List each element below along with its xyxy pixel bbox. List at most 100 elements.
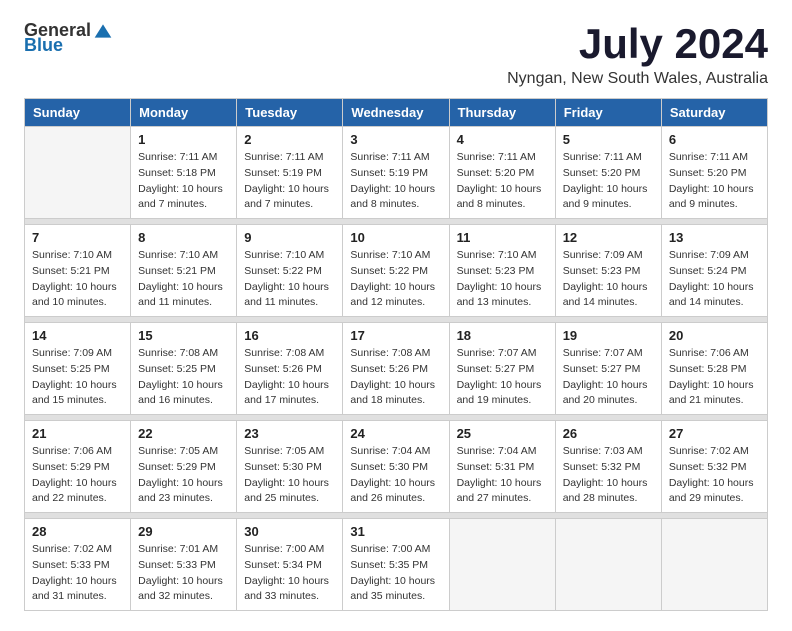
day-info: Sunrise: 7:08 AM Sunset: 5:25 PM Dayligh…	[138, 346, 229, 409]
table-row: 24Sunrise: 7:04 AM Sunset: 5:30 PM Dayli…	[343, 421, 449, 513]
day-number: 31	[350, 524, 441, 539]
table-row: 1Sunrise: 7:11 AM Sunset: 5:18 PM Daylig…	[131, 127, 237, 219]
day-info: Sunrise: 7:07 AM Sunset: 5:27 PM Dayligh…	[563, 346, 654, 409]
day-info: Sunrise: 7:11 AM Sunset: 5:20 PM Dayligh…	[669, 150, 760, 213]
day-info: Sunrise: 7:10 AM Sunset: 5:22 PM Dayligh…	[350, 248, 441, 311]
day-number: 11	[457, 230, 548, 245]
table-row: 13 Sunrise: 7:09 AM Sunset: 5:24 PM Dayli…	[661, 225, 767, 317]
day-number: 8	[138, 230, 229, 245]
main-title: July 2024	[507, 20, 768, 68]
table-row: 6Sunrise: 7:11 AM Sunset: 5:20 PM Daylig…	[661, 127, 767, 219]
week-row: 28 Sunrise: 7:02 AM Sunset: 5:33 PM Dayli…	[25, 519, 768, 611]
table-row: 19 Sunrise: 7:07 AM Sunset: 5:27 PM Dayli…	[555, 323, 661, 415]
day-number: 15	[138, 328, 229, 343]
day-info: Sunrise: 7:11 AM Sunset: 5:19 PM Dayligh…	[350, 150, 441, 213]
table-row: 5Sunrise: 7:11 AM Sunset: 5:20 PM Daylig…	[555, 127, 661, 219]
day-info: Sunrise: 7:10 AM Sunset: 5:22 PM Dayligh…	[244, 248, 335, 311]
day-number: 12	[563, 230, 654, 245]
table-row: 11 Sunrise: 7:10 AM Sunset: 5:23 PM Dayli…	[449, 225, 555, 317]
day-info: Sunrise: 7:06 AM Sunset: 5:29 PM Dayligh…	[32, 444, 123, 507]
logo: General Blue	[24, 20, 113, 56]
day-number: 7	[32, 230, 123, 245]
day-number: 28	[32, 524, 123, 539]
header-sunday: Sunday	[25, 99, 131, 127]
day-info: Sunrise: 7:09 AM Sunset: 5:25 PM Dayligh…	[32, 346, 123, 409]
table-row: 15 Sunrise: 7:08 AM Sunset: 5:25 PM Dayli…	[131, 323, 237, 415]
calendar-table: Sunday Monday Tuesday Wednesday Thursday…	[24, 98, 768, 611]
table-row: 10 Sunrise: 7:10 AM Sunset: 5:22 PM Dayli…	[343, 225, 449, 317]
day-info: Sunrise: 7:09 AM Sunset: 5:23 PM Dayligh…	[563, 248, 654, 311]
day-number: 19	[563, 328, 654, 343]
day-number: 9	[244, 230, 335, 245]
table-row: 20 Sunrise: 7:06 AM Sunset: 5:28 PM Dayli…	[661, 323, 767, 415]
header-thursday: Thursday	[449, 99, 555, 127]
day-info: Sunrise: 7:05 AM Sunset: 5:29 PM Dayligh…	[138, 444, 229, 507]
day-info: Sunrise: 7:11 AM Sunset: 5:19 PM Dayligh…	[244, 150, 335, 213]
day-info: Sunrise: 7:04 AM Sunset: 5:30 PM Dayligh…	[350, 444, 441, 507]
table-row: 21 Sunrise: 7:06 AM Sunset: 5:29 PM Dayli…	[25, 421, 131, 513]
header-saturday: Saturday	[661, 99, 767, 127]
day-number: 10	[350, 230, 441, 245]
header-monday: Monday	[131, 99, 237, 127]
day-number: 18	[457, 328, 548, 343]
table-row: 27 Sunrise: 7:02 AM Sunset: 5:32 PM Dayli…	[661, 421, 767, 513]
table-row: 14 Sunrise: 7:09 AM Sunset: 5:25 PM Dayli…	[25, 323, 131, 415]
day-info: Sunrise: 7:00 AM Sunset: 5:35 PM Dayligh…	[350, 542, 441, 605]
day-info: Sunrise: 7:06 AM Sunset: 5:28 PM Dayligh…	[669, 346, 760, 409]
day-info: Sunrise: 7:04 AM Sunset: 5:31 PM Dayligh…	[457, 444, 548, 507]
day-number: 27	[669, 426, 760, 441]
day-number: 20	[669, 328, 760, 343]
day-info: Sunrise: 7:00 AM Sunset: 5:34 PM Dayligh…	[244, 542, 335, 605]
header-friday: Friday	[555, 99, 661, 127]
logo-icon	[93, 21, 113, 41]
table-row: 23Sunrise: 7:05 AM Sunset: 5:30 PM Dayli…	[237, 421, 343, 513]
day-number: 3	[350, 132, 441, 147]
day-info: Sunrise: 7:02 AM Sunset: 5:32 PM Dayligh…	[669, 444, 760, 507]
day-info: Sunrise: 7:02 AM Sunset: 5:33 PM Dayligh…	[32, 542, 123, 605]
day-info: Sunrise: 7:05 AM Sunset: 5:30 PM Dayligh…	[244, 444, 335, 507]
logo-blue: Blue	[24, 35, 63, 56]
calendar-header-row: Sunday Monday Tuesday Wednesday Thursday…	[25, 99, 768, 127]
table-row	[661, 519, 767, 611]
title-area: July 2024 Nyngan, New South Wales, Austr…	[507, 20, 768, 88]
table-row: 12 Sunrise: 7:09 AM Sunset: 5:23 PM Dayli…	[555, 225, 661, 317]
day-info: Sunrise: 7:03 AM Sunset: 5:32 PM Dayligh…	[563, 444, 654, 507]
day-number: 4	[457, 132, 548, 147]
day-number: 22	[138, 426, 229, 441]
table-row: 31 Sunrise: 7:00 AM Sunset: 5:35 PM Dayli…	[343, 519, 449, 611]
day-info: Sunrise: 7:10 AM Sunset: 5:21 PM Dayligh…	[138, 248, 229, 311]
table-row: 2Sunrise: 7:11 AM Sunset: 5:19 PM Daylig…	[237, 127, 343, 219]
day-number: 25	[457, 426, 548, 441]
table-row	[25, 127, 131, 219]
day-number: 16	[244, 328, 335, 343]
week-row: 1Sunrise: 7:11 AM Sunset: 5:18 PM Daylig…	[25, 127, 768, 219]
table-row: 30 Sunrise: 7:00 AM Sunset: 5:34 PM Dayli…	[237, 519, 343, 611]
table-row: 3 Sunrise: 7:11 AM Sunset: 5:19 PM Daylig…	[343, 127, 449, 219]
day-info: Sunrise: 7:08 AM Sunset: 5:26 PM Dayligh…	[350, 346, 441, 409]
day-info: Sunrise: 7:11 AM Sunset: 5:20 PM Dayligh…	[563, 150, 654, 213]
table-row: 26Sunrise: 7:03 AM Sunset: 5:32 PM Dayli…	[555, 421, 661, 513]
table-row	[555, 519, 661, 611]
day-number: 13	[669, 230, 760, 245]
table-row: 8 Sunrise: 7:10 AM Sunset: 5:21 PM Daylig…	[131, 225, 237, 317]
table-row: 25 Sunrise: 7:04 AM Sunset: 5:31 PM Dayli…	[449, 421, 555, 513]
week-row: 21 Sunrise: 7:06 AM Sunset: 5:29 PM Dayli…	[25, 421, 768, 513]
day-info: Sunrise: 7:09 AM Sunset: 5:24 PM Dayligh…	[669, 248, 760, 311]
table-row: 7Sunrise: 7:10 AM Sunset: 5:21 PM Daylig…	[25, 225, 131, 317]
table-row: 16 Sunrise: 7:08 AM Sunset: 5:26 PM Dayli…	[237, 323, 343, 415]
week-row: 14 Sunrise: 7:09 AM Sunset: 5:25 PM Dayli…	[25, 323, 768, 415]
day-info: Sunrise: 7:11 AM Sunset: 5:20 PM Dayligh…	[457, 150, 548, 213]
day-info: Sunrise: 7:08 AM Sunset: 5:26 PM Dayligh…	[244, 346, 335, 409]
table-row: 4 Sunrise: 7:11 AM Sunset: 5:20 PM Daylig…	[449, 127, 555, 219]
day-number: 30	[244, 524, 335, 539]
day-number: 14	[32, 328, 123, 343]
day-number: 17	[350, 328, 441, 343]
day-number: 21	[32, 426, 123, 441]
table-row: 28 Sunrise: 7:02 AM Sunset: 5:33 PM Dayli…	[25, 519, 131, 611]
table-row: 29Sunrise: 7:01 AM Sunset: 5:33 PM Dayli…	[131, 519, 237, 611]
table-row: 22 Sunrise: 7:05 AM Sunset: 5:29 PM Dayli…	[131, 421, 237, 513]
table-row: 18Sunrise: 7:07 AM Sunset: 5:27 PM Dayli…	[449, 323, 555, 415]
day-info: Sunrise: 7:10 AM Sunset: 5:23 PM Dayligh…	[457, 248, 548, 311]
subtitle: Nyngan, New South Wales, Australia	[507, 70, 768, 88]
header-wednesday: Wednesday	[343, 99, 449, 127]
